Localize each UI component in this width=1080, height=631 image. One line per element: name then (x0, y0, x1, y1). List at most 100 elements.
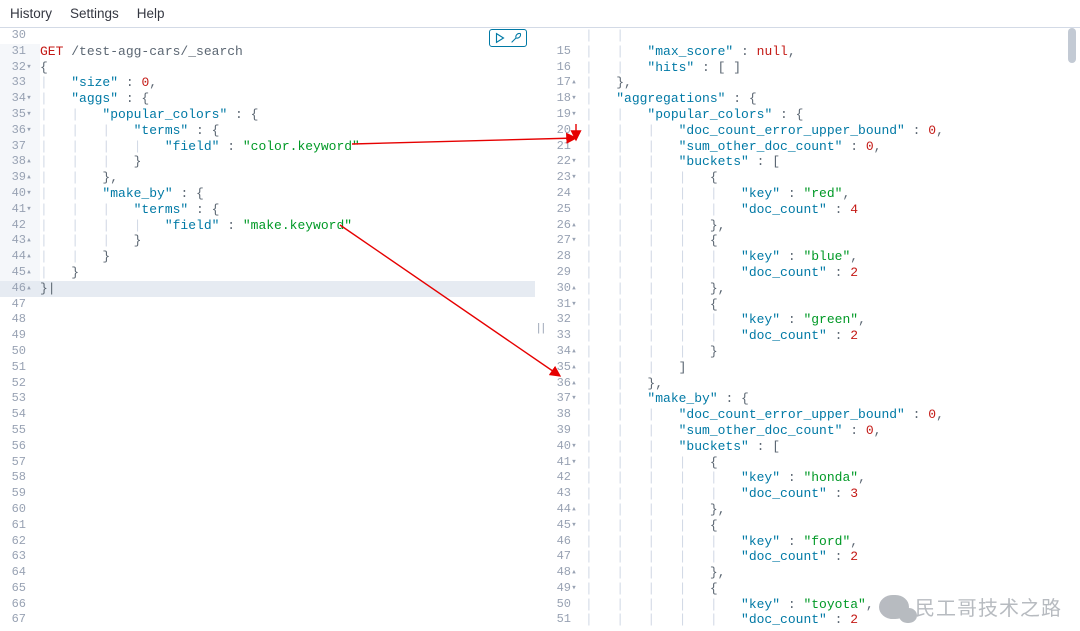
code-line[interactable]: | | | | | "key" : "blue", (585, 249, 1080, 265)
line-number: 56 (0, 439, 40, 455)
menu-help[interactable]: Help (137, 6, 165, 21)
code-line[interactable]: | | | "buckets" : [ (585, 439, 1080, 455)
code-line[interactable]: | | "max_score" : null, (585, 44, 1080, 60)
line-number: 50 (545, 597, 585, 613)
code-line[interactable] (40, 612, 535, 628)
code-line[interactable]: | | | | }, (585, 565, 1080, 581)
code-line[interactable]: | | | | { (585, 170, 1080, 186)
pane-splitter[interactable]: || (535, 28, 545, 629)
code-line[interactable]: | | | | }, (585, 281, 1080, 297)
code-line[interactable] (40, 534, 535, 550)
code-line[interactable]: GET /test-agg-cars/_search (40, 44, 535, 60)
code-line[interactable] (40, 455, 535, 471)
code-line[interactable]: | "aggregations" : { (585, 91, 1080, 107)
code-line[interactable] (40, 28, 535, 44)
code-line[interactable] (40, 312, 535, 328)
code-line[interactable]: | | | | }, (585, 628, 1080, 629)
code-line[interactable]: | | | ] (585, 360, 1080, 376)
code-line[interactable]: | | | } (40, 233, 535, 249)
code-line[interactable]: | | | "terms" : { (40, 202, 535, 218)
code-line[interactable] (40, 628, 535, 629)
code-line[interactable]: | | | | | "key" : "honda", (585, 470, 1080, 486)
code-line[interactable]: | | | | | "doc_count" : 2 (585, 328, 1080, 344)
line-number: 65 (0, 581, 40, 597)
code-line[interactable]: | | | "buckets" : [ (585, 154, 1080, 170)
line-number: 41▾ (545, 455, 585, 471)
code-line[interactable] (40, 549, 535, 565)
code-line[interactable]: | | | | | "doc_count" : 2 (585, 265, 1080, 281)
code-line[interactable]: | | | | { (585, 455, 1080, 471)
code-line[interactable] (40, 565, 535, 581)
line-number: 68 (0, 628, 40, 629)
code-line[interactable]: | | "popular_colors" : { (40, 107, 535, 123)
code-line[interactable] (40, 486, 535, 502)
code-line[interactable] (40, 407, 535, 423)
line-number: 44▴ (545, 502, 585, 518)
code-line[interactable]: | }, (585, 75, 1080, 91)
code-line[interactable] (40, 581, 535, 597)
code-line[interactable] (40, 423, 535, 439)
code-line[interactable]: | | | | | "doc_count" : 2 (585, 549, 1080, 565)
code-line[interactable]: | | | | | "doc_count" : 3 (585, 486, 1080, 502)
code-line[interactable]: | | | | "field" : "make.keyword" (40, 218, 535, 234)
line-number: 26▴ (545, 218, 585, 234)
code-line[interactable]: | | | "sum_other_doc_count" : 0, (585, 139, 1080, 155)
code-line[interactable]: }| (40, 281, 535, 297)
code-line[interactable]: | | | "terms" : { (40, 123, 535, 139)
code-line[interactable]: | | | | | "doc_count" : 4 (585, 202, 1080, 218)
run-query-button[interactable] (493, 31, 507, 45)
code-line[interactable]: | | | | { (585, 233, 1080, 249)
menu-settings[interactable]: Settings (70, 6, 119, 21)
code-line[interactable]: | | | | { (585, 297, 1080, 313)
code-line[interactable]: | | | "doc_count_error_upper_bound" : 0, (585, 123, 1080, 139)
code-line[interactable]: | "size" : 0, (40, 75, 535, 91)
response-viewer[interactable]: | | 15| | "max_score" : null,16| | "hits… (545, 28, 1080, 629)
code-line[interactable] (40, 376, 535, 392)
code-line[interactable]: | | | | { (585, 518, 1080, 534)
response-viewer-pane: | | 15| | "max_score" : null,16| | "hits… (545, 28, 1080, 629)
code-line[interactable]: | | | | }, (585, 218, 1080, 234)
code-line[interactable] (40, 597, 535, 613)
wrench-icon[interactable] (509, 31, 523, 45)
code-line[interactable]: { (40, 60, 535, 76)
code-line[interactable]: | | | | | "key" : "red", (585, 186, 1080, 202)
line-number: 15 (545, 44, 585, 60)
code-line[interactable]: | | (585, 28, 1080, 44)
code-line[interactable]: | | | } (40, 154, 535, 170)
scrollbar[interactable] (1066, 28, 1080, 629)
line-number: 46▴ (0, 281, 40, 297)
code-line[interactable]: | | | | }, (585, 502, 1080, 518)
code-line[interactable]: | | "popular_colors" : { (585, 107, 1080, 123)
code-line[interactable]: | | }, (585, 376, 1080, 392)
request-editor[interactable]: 3031GET /test-agg-cars/_search32▾{33| "s… (0, 28, 535, 629)
line-number: 47 (545, 549, 585, 565)
line-number: 18▾ (545, 91, 585, 107)
code-line[interactable] (40, 297, 535, 313)
code-line[interactable]: | "aggs" : { (40, 91, 535, 107)
code-line[interactable] (40, 518, 535, 534)
code-line[interactable]: | | } (40, 249, 535, 265)
code-line[interactable]: | | | | | "key" : "green", (585, 312, 1080, 328)
code-line[interactable] (40, 344, 535, 360)
watermark: 民工哥技术之路 (879, 592, 1062, 621)
code-line[interactable] (40, 439, 535, 455)
code-line[interactable]: | | "make_by" : { (585, 391, 1080, 407)
code-line[interactable] (40, 502, 535, 518)
code-line[interactable]: | } (40, 265, 535, 281)
line-number (545, 28, 585, 44)
code-line[interactable]: | | | "sum_other_doc_count" : 0, (585, 423, 1080, 439)
code-line[interactable]: | | }, (40, 170, 535, 186)
code-line[interactable]: | | | | "field" : "color.keyword" (40, 139, 535, 155)
code-line[interactable] (40, 391, 535, 407)
code-line[interactable] (40, 328, 535, 344)
line-number: 25 (545, 202, 585, 218)
line-number: 24 (545, 186, 585, 202)
code-line[interactable]: | | | | | "key" : "ford", (585, 534, 1080, 550)
code-line[interactable]: | | | | } (585, 344, 1080, 360)
code-line[interactable]: | | "make_by" : { (40, 186, 535, 202)
code-line[interactable]: | | | "doc_count_error_upper_bound" : 0, (585, 407, 1080, 423)
code-line[interactable]: | | "hits" : [ ] (585, 60, 1080, 76)
menu-history[interactable]: History (10, 6, 52, 21)
code-line[interactable] (40, 360, 535, 376)
code-line[interactable] (40, 470, 535, 486)
